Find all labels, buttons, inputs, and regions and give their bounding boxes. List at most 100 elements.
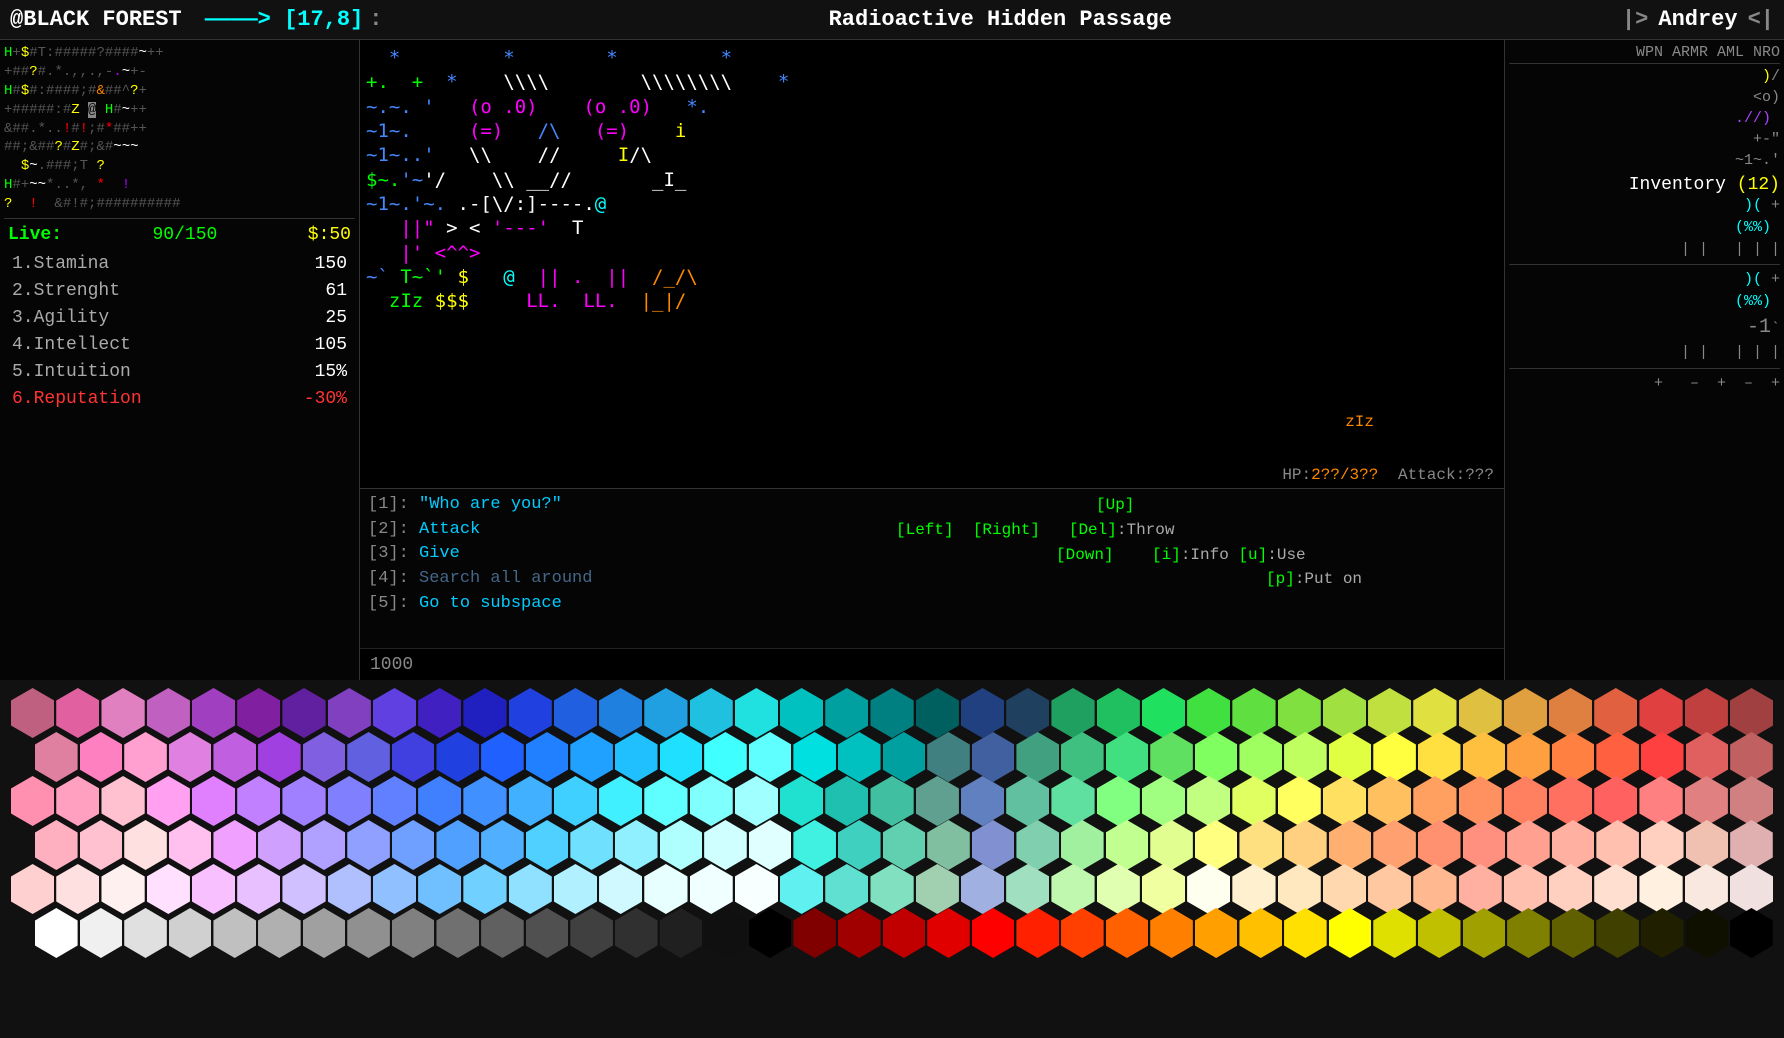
palette-color[interactable] — [793, 908, 836, 958]
palette-color[interactable] — [1549, 864, 1592, 914]
palette-color[interactable] — [436, 820, 479, 870]
palette-color[interactable] — [1463, 820, 1506, 870]
palette-color[interactable] — [213, 732, 256, 782]
palette-color[interactable] — [838, 908, 881, 958]
palette-color[interactable] — [213, 908, 256, 958]
palette-color[interactable] — [1142, 776, 1185, 826]
palette-color[interactable] — [1187, 776, 1230, 826]
palette-color[interactable] — [481, 820, 524, 870]
palette-color[interactable] — [825, 688, 868, 738]
palette-color[interactable] — [870, 688, 913, 738]
palette-color[interactable] — [1685, 776, 1728, 826]
palette-color[interactable] — [1418, 908, 1461, 958]
palette-color[interactable] — [599, 776, 642, 826]
palette-color[interactable] — [749, 908, 792, 958]
action-4[interactable]: [4]: Search all around — [368, 567, 876, 592]
palette-color[interactable] — [615, 732, 658, 782]
palette-color[interactable] — [373, 864, 416, 914]
palette-color[interactable] — [793, 820, 836, 870]
palette-color[interactable] — [1730, 776, 1773, 826]
palette-color[interactable] — [916, 776, 959, 826]
palette-color[interactable] — [1329, 820, 1372, 870]
palette-color[interactable] — [124, 908, 167, 958]
palette-color[interactable] — [35, 908, 78, 958]
palette-color[interactable] — [599, 864, 642, 914]
palette-color[interactable] — [328, 864, 371, 914]
palette-color[interactable] — [1142, 864, 1185, 914]
palette-color[interactable] — [147, 776, 190, 826]
palette-color[interactable] — [644, 688, 687, 738]
palette-color[interactable] — [1323, 864, 1366, 914]
palette-color[interactable] — [1051, 688, 1094, 738]
palette-color[interactable] — [1594, 864, 1637, 914]
palette-color[interactable] — [373, 776, 416, 826]
palette-color[interactable] — [883, 820, 926, 870]
palette-color[interactable] — [101, 864, 144, 914]
palette-color[interactable] — [1686, 820, 1729, 870]
palette-color[interactable] — [961, 864, 1004, 914]
palette-color[interactable] — [735, 776, 778, 826]
palette-color[interactable] — [347, 820, 390, 870]
palette-color[interactable] — [1284, 732, 1327, 782]
palette-color[interactable] — [1373, 908, 1416, 958]
palette-color[interactable] — [870, 776, 913, 826]
palette-color[interactable] — [1639, 688, 1682, 738]
palette-color[interactable] — [961, 688, 1004, 738]
palette-color[interactable] — [509, 776, 552, 826]
palette-color[interactable] — [1051, 864, 1094, 914]
palette-color[interactable] — [570, 732, 613, 782]
palette-color[interactable] — [825, 776, 868, 826]
palette-color[interactable] — [690, 776, 733, 826]
palette-color[interactable] — [838, 820, 881, 870]
palette-color[interactable] — [35, 820, 78, 870]
palette-color[interactable] — [1195, 908, 1238, 958]
palette-color[interactable] — [972, 820, 1015, 870]
palette-color[interactable] — [1463, 908, 1506, 958]
palette-color[interactable] — [303, 732, 346, 782]
palette-color[interactable] — [11, 688, 54, 738]
palette-color[interactable] — [1150, 908, 1193, 958]
palette-color[interactable] — [1594, 776, 1637, 826]
palette-color[interactable] — [509, 864, 552, 914]
palette-color[interactable] — [554, 864, 597, 914]
palette-color[interactable] — [570, 908, 613, 958]
action-1[interactable]: [1]: "Who are you?" — [368, 493, 876, 518]
palette-color[interactable] — [1061, 908, 1104, 958]
palette-color[interactable] — [1061, 820, 1104, 870]
palette-color[interactable] — [1459, 776, 1502, 826]
palette-color[interactable] — [615, 820, 658, 870]
palette-color[interactable] — [749, 732, 792, 782]
palette-color[interactable] — [1504, 776, 1547, 826]
palette-color[interactable] — [1730, 732, 1773, 782]
palette-color[interactable] — [1106, 908, 1149, 958]
palette-color[interactable] — [526, 820, 569, 870]
palette-color[interactable] — [704, 908, 747, 958]
palette-color[interactable] — [916, 688, 959, 738]
palette-color[interactable] — [418, 688, 461, 738]
palette-color[interactable] — [972, 732, 1015, 782]
palette-color[interactable] — [1418, 732, 1461, 782]
palette-color[interactable] — [780, 688, 823, 738]
palette-color[interactable] — [392, 732, 435, 782]
palette-color[interactable] — [1413, 776, 1456, 826]
palette-color[interactable] — [101, 776, 144, 826]
palette-color[interactable] — [1686, 732, 1729, 782]
palette-color[interactable] — [599, 688, 642, 738]
action-3[interactable]: [3]: Give — [368, 542, 876, 567]
palette-color[interactable] — [927, 820, 970, 870]
palette-color[interactable] — [1549, 776, 1592, 826]
palette-color[interactable] — [481, 732, 524, 782]
palette-color[interactable] — [927, 732, 970, 782]
palette-color[interactable] — [418, 776, 461, 826]
palette-color[interactable] — [192, 688, 235, 738]
palette-color[interactable] — [1150, 732, 1193, 782]
palette-color[interactable] — [883, 732, 926, 782]
palette-color[interactable] — [1232, 688, 1275, 738]
palette-color[interactable] — [303, 820, 346, 870]
palette-color[interactable] — [169, 908, 212, 958]
palette-color[interactable] — [1329, 908, 1372, 958]
palette-color[interactable] — [192, 776, 235, 826]
palette-color[interactable] — [237, 864, 280, 914]
palette-color[interactable] — [1016, 820, 1059, 870]
palette-color[interactable] — [1594, 688, 1637, 738]
